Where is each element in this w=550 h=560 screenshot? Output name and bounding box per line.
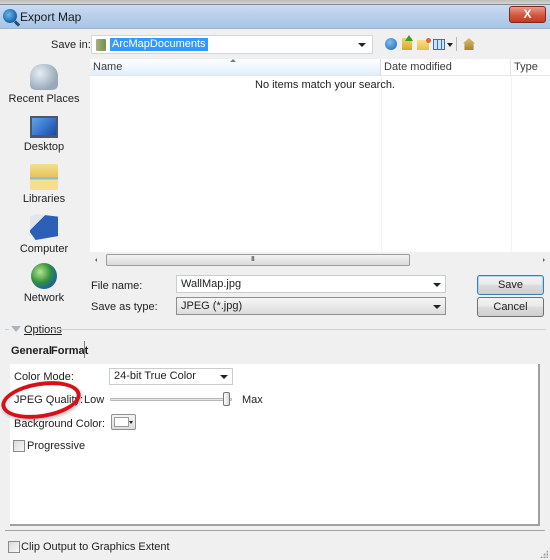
cancel-button[interactable]: Cancel [477,297,544,317]
background-color-label: Background Color: [14,418,106,430]
column-divider [381,76,382,253]
color-swatch [114,417,129,427]
column-header-date-modified[interactable]: Date modified [381,59,511,76]
up-folder-icon[interactable] [402,35,413,50]
libraries-icon [30,164,58,190]
scroll-right-icon[interactable] [543,258,545,262]
column-date-label: Date modified [384,61,452,73]
jpeg-quality-slider-track[interactable] [110,398,232,401]
background-color-picker[interactable] [111,414,136,430]
format-options-panel [10,364,540,526]
progressive-label: Progressive [27,440,86,452]
chevron-down-icon [220,375,228,379]
save-button[interactable]: Save [477,275,544,295]
file-name-value: WallMap.jpg [181,278,242,290]
place-network[interactable]: Network [0,263,88,304]
library-folder-icon [96,39,106,51]
views-menu-icon[interactable] [433,39,445,50]
column-header-type[interactable]: Type [511,59,550,76]
tab-separator [84,341,85,358]
column-divider [511,76,512,253]
progressive-checkbox[interactable] [13,440,25,452]
back-icon[interactable] [385,38,397,50]
place-recent-places[interactable]: Recent Places [0,64,88,105]
options-label: Options [24,324,62,336]
places-bar: Recent Places Desktop Libraries Computer… [0,58,88,316]
save-as-type-label: Save as type: [91,301,158,313]
chevron-down-icon [358,43,366,47]
color-mode-dropdown[interactable]: 24-bit True Color [109,368,233,385]
home-icon[interactable] [463,38,475,50]
options-divider [50,329,546,330]
arcmap-globe-icon [3,9,17,23]
options-toggle[interactable]: Options [24,324,62,336]
save-in-value: ArcMapDocuments [110,38,208,51]
jpeg-quality-label: JPEG Quality: [14,394,84,406]
window-title: Export Map [20,10,82,24]
color-mode-label: Color Mode: [14,371,74,383]
place-computer[interactable]: Computer [0,214,88,255]
column-name-label: Name [93,61,123,73]
file-name-input[interactable]: WallMap.jpg [176,275,446,293]
recent-places-icon [30,64,58,90]
column-header-name[interactable]: Name [90,59,381,76]
title-bar: Export Map X [0,5,550,29]
place-label: Computer [19,243,69,255]
scrollbar-thumb[interactable]: III [106,254,410,266]
chevron-down-icon [433,305,441,309]
place-label: Network [23,292,65,304]
views-dropdown-arrow-icon[interactable] [447,43,453,47]
tab-general[interactable]: General [11,345,52,357]
save-in-label: Save in: [51,39,91,51]
jpeg-quality-slider-thumb[interactable] [222,392,230,406]
scroll-grip: III [251,256,255,263]
sort-ascending-icon [230,59,236,62]
jpeg-quality-max-label: Max [242,394,263,406]
chevron-down-icon[interactable] [433,283,441,287]
new-folder-icon[interactable] [417,38,431,50]
save-as-type-dropdown[interactable]: JPEG (*.jpg) [176,297,446,315]
scroll-left-icon[interactable] [95,258,97,262]
computer-icon [30,214,58,240]
tab-format[interactable]: Format [51,345,88,357]
column-type-label: Type [514,61,538,73]
place-desktop[interactable]: Desktop [0,116,88,153]
close-button[interactable]: X [509,6,546,23]
desktop-icon [30,116,58,138]
empty-list-message: No items match your search. [255,79,395,91]
place-label: Desktop [23,141,65,153]
jpeg-quality-low-label: Low [84,394,105,406]
bottom-divider [5,530,545,531]
resize-grip[interactable] [540,550,548,558]
clip-output-label: Clip Output to Graphics Extent [21,541,170,553]
horizontal-scrollbar[interactable]: III [90,252,550,269]
toolbar-separator [456,37,457,51]
save-in-dropdown[interactable]: ArcMapDocuments [91,35,373,54]
collapse-triangle-icon[interactable] [11,326,21,332]
place-libraries[interactable]: Libraries [0,164,88,205]
file-list[interactable]: Name Date modified Type No items match y… [90,59,550,269]
chevron-down-icon [129,421,133,424]
place-label: Libraries [22,193,66,205]
options-divider [5,329,9,330]
file-name-label: File name: [91,280,143,292]
color-mode-value: 24-bit True Color [114,370,196,382]
save-as-type-value: JPEG (*.jpg) [181,300,243,312]
network-icon [31,263,57,289]
place-label: Recent Places [8,93,80,105]
clip-output-checkbox[interactable] [8,541,20,553]
